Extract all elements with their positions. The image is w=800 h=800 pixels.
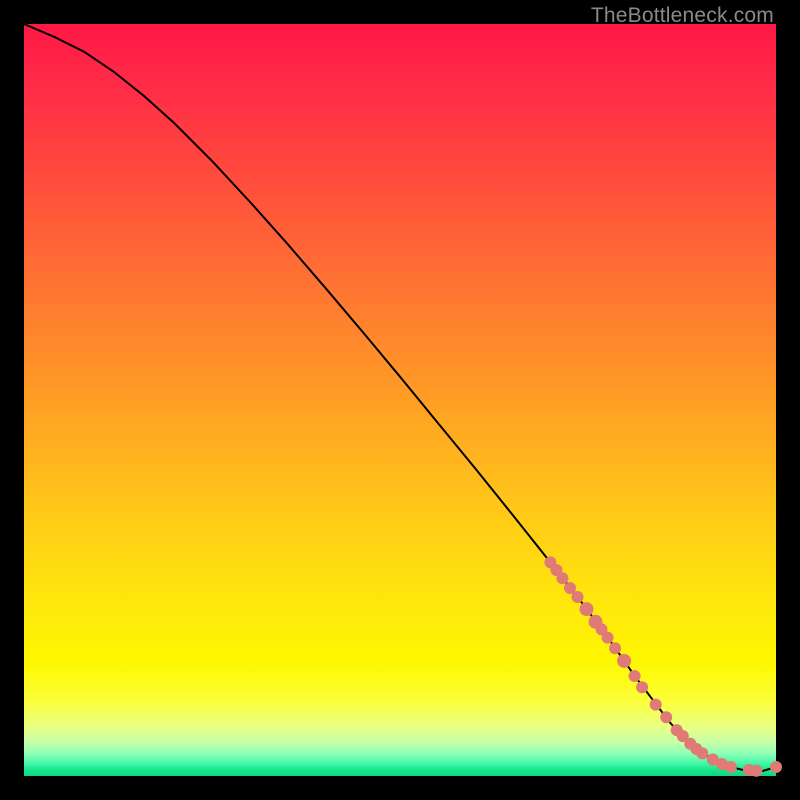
data-marker — [636, 681, 648, 693]
chart-stage: TheBottleneck.com — [0, 0, 800, 800]
data-marker — [650, 699, 662, 711]
data-marker — [609, 642, 621, 654]
data-marker — [750, 765, 762, 777]
data-marker — [556, 572, 568, 584]
data-marker — [602, 632, 614, 644]
data-marker — [725, 761, 737, 773]
data-marker — [617, 654, 631, 668]
data-marker — [660, 711, 672, 723]
data-marker — [572, 591, 584, 603]
data-marker — [696, 747, 708, 759]
data-marker — [770, 761, 782, 773]
data-marker — [629, 670, 641, 682]
chart-overlay — [24, 24, 776, 776]
data-marker — [580, 602, 594, 616]
marker-group — [544, 556, 782, 776]
bottleneck-curve — [24, 24, 776, 772]
